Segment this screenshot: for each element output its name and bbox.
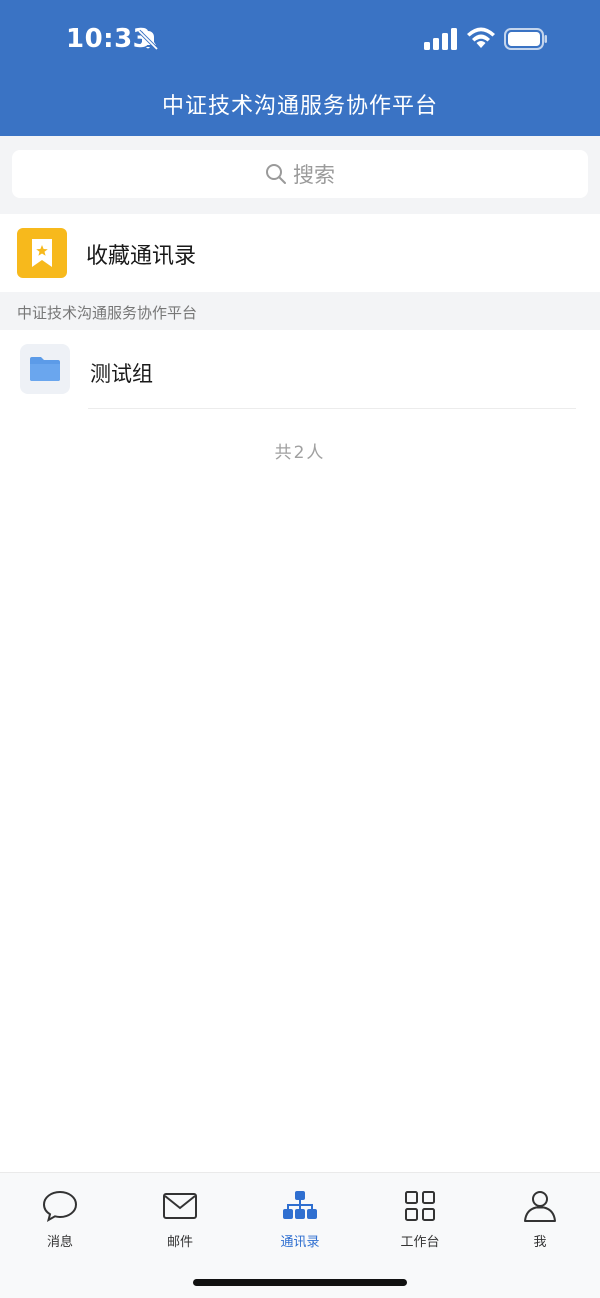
chat-bubble-icon bbox=[42, 1190, 78, 1223]
member-count: 共2人 bbox=[274, 443, 326, 463]
search-placeholder: 搜索 bbox=[293, 163, 335, 187]
tab-label: 通讯录 bbox=[280, 1235, 320, 1250]
status-bar: 10:33 bbox=[0, 0, 600, 80]
folder-icon bbox=[30, 357, 60, 381]
signal-icon bbox=[424, 28, 457, 50]
tab-workbench[interactable]: 工作台 bbox=[360, 1173, 480, 1263]
org-chart-icon bbox=[283, 1191, 317, 1219]
bookmark-star-icon bbox=[32, 239, 52, 267]
divider bbox=[88, 408, 576, 409]
app-header: 10:33 中证技术沟通服务协作平台 bbox=[0, 0, 600, 136]
home-indicator bbox=[193, 1279, 407, 1286]
tab-label: 消息 bbox=[46, 1235, 73, 1250]
group-label: 测试组 bbox=[90, 362, 153, 386]
page-title: 中证技术沟通服务协作平台 bbox=[161, 94, 438, 119]
tab-label: 我 bbox=[533, 1235, 547, 1250]
section-header: 中证技术沟通服务协作平台 bbox=[0, 292, 600, 330]
mail-icon bbox=[163, 1193, 197, 1219]
person-icon bbox=[524, 1191, 556, 1222]
battery-icon bbox=[504, 28, 547, 50]
search-area: 搜索 bbox=[0, 136, 600, 214]
tab-messages[interactable]: 消息 bbox=[0, 1173, 120, 1263]
section-title: 中证技术沟通服务协作平台 bbox=[17, 304, 198, 322]
search-input[interactable]: 搜索 bbox=[12, 150, 588, 198]
bell-muted-icon bbox=[137, 29, 159, 51]
grid-icon bbox=[405, 1191, 435, 1221]
tab-mail[interactable]: 邮件 bbox=[120, 1173, 240, 1263]
favorites-contacts-item[interactable]: 收藏通讯录 bbox=[0, 214, 600, 292]
group-icon-tile bbox=[20, 344, 70, 394]
wifi-icon bbox=[467, 27, 495, 48]
tab-label: 工作台 bbox=[400, 1235, 440, 1250]
group-item-test[interactable]: 测试组 bbox=[0, 330, 600, 410]
tab-label: 邮件 bbox=[166, 1235, 193, 1250]
favorites-label: 收藏通讯录 bbox=[86, 244, 197, 269]
tab-contacts[interactable]: 通讯录 bbox=[240, 1173, 360, 1263]
tab-me[interactable]: 我 bbox=[480, 1173, 600, 1263]
search-icon bbox=[266, 164, 286, 184]
favorites-icon-tile bbox=[17, 228, 67, 278]
search-inner: 搜索 bbox=[12, 150, 588, 198]
